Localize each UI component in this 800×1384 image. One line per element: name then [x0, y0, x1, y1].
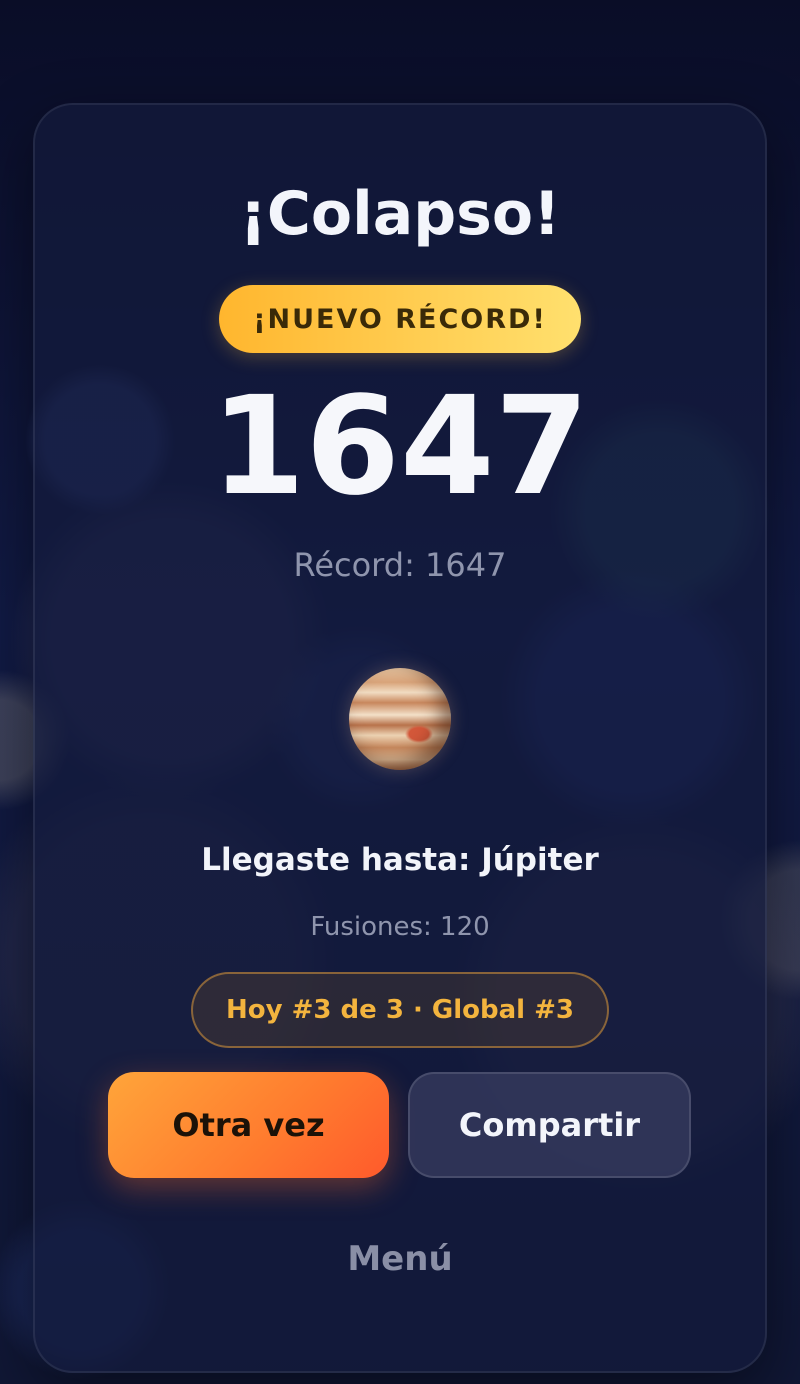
share-button[interactable]: Compartir — [408, 1072, 691, 1178]
menu-button[interactable]: Menú — [300, 1236, 500, 1282]
final-score: 1647 — [210, 368, 590, 526]
best-record: Récord: 1647 — [293, 546, 507, 584]
jupiter-icon — [349, 668, 451, 770]
new-record-badge: ¡NUEVO RÉCORD! — [219, 285, 581, 353]
result-title: ¡Colapso! — [239, 179, 561, 249]
fusions-count: Fusiones: 120 — [310, 912, 490, 942]
ranking-badge: Hoy #3 de 3 · Global #3 — [191, 972, 609, 1048]
game-over-screen: ¡Colapso! ¡NUEVO RÉCORD! 1647 Récord: 16… — [0, 0, 800, 1384]
play-again-button[interactable]: Otra vez — [108, 1072, 389, 1178]
reached-planet: Llegaste hasta: Júpiter — [201, 842, 599, 878]
